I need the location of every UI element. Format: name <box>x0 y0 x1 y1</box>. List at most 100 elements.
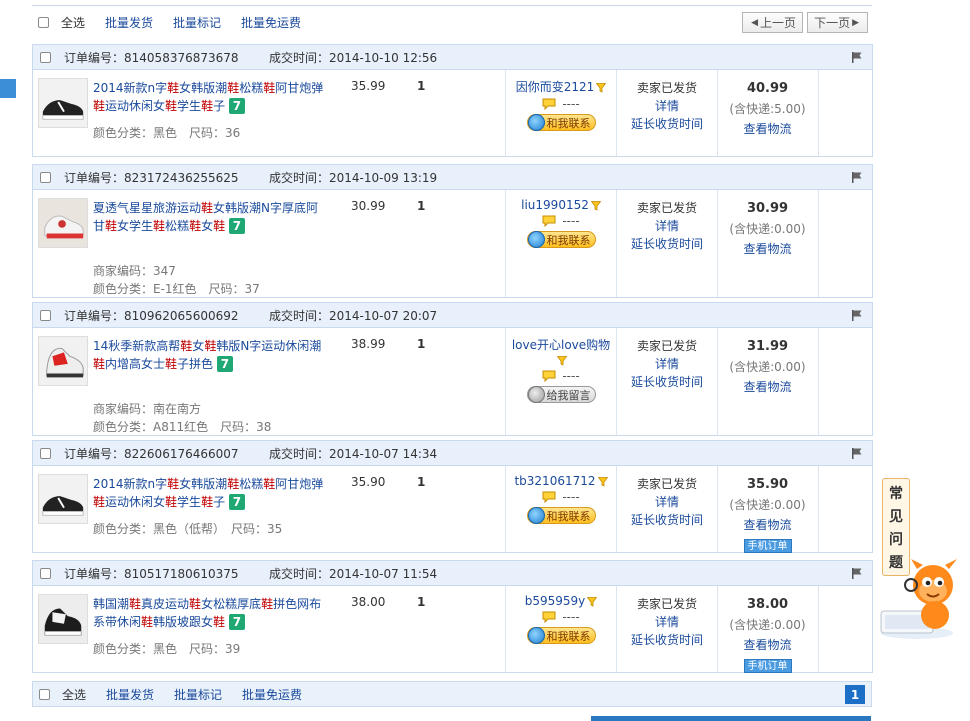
buyer-extra: ---- <box>562 610 580 624</box>
buyer-name-link[interactable]: tb321061712 <box>514 474 595 488</box>
message-bubble-icon[interactable] <box>542 491 556 503</box>
message-bubble-icon[interactable] <box>542 611 556 623</box>
extend-receipt-link[interactable]: 延长收货时间 <box>617 631 717 649</box>
product-meta: 颜色分类：黑色（低帮） 尺码：35 <box>93 520 282 538</box>
page-number-current[interactable]: 1 <box>845 685 865 704</box>
order-checkbox[interactable] <box>40 447 51 459</box>
product-image[interactable] <box>38 198 88 248</box>
product-title-link[interactable]: 夏透气星星旅游运动鞋女韩版潮N字厚底阿甘鞋女学生鞋松糕鞋女鞋 7 <box>93 199 325 235</box>
faq-char: 常 <box>889 485 903 502</box>
product-image[interactable] <box>38 474 88 524</box>
mascot-helper-icon[interactable] <box>875 555 965 645</box>
batch-free-shipping-button[interactable]: 批量免运费 <box>241 14 301 31</box>
product-thumbnail[interactable] <box>39 475 87 523</box>
status-column: 卖家已发货详情 延长收货时间 <box>617 79 717 133</box>
prev-page-button[interactable]: ◀ 上一页 <box>742 12 804 33</box>
order-detail-link[interactable]: 详情 <box>617 613 717 631</box>
order-total: 35.90 <box>746 477 789 492</box>
contact-buyer-button[interactable]: 给我留言 <box>526 386 596 403</box>
order-body: 2014新款n字鞋女韩版潮鞋松糕鞋阿甘炮弹鞋运动休闲女鞋学生鞋子 7 颜色分类：黑… <box>33 466 872 553</box>
title-segment: 鞋 <box>204 339 217 353</box>
flag-icon[interactable] <box>851 447 863 459</box>
buyer-name-link[interactable]: b595959y <box>525 594 586 608</box>
buyer-name-link[interactable]: love开心love购物 <box>512 338 610 352</box>
title-segment: 鞋 <box>201 201 214 215</box>
batch-ship-button-bottom[interactable]: 批量发货 <box>106 686 154 703</box>
title-segment: 鞋 <box>201 99 214 113</box>
filter-icon[interactable] <box>597 476 608 487</box>
view-logistics-link[interactable]: 查看物流 <box>717 239 818 259</box>
message-bubble-icon[interactable] <box>542 370 556 382</box>
bottom-partial-banner <box>591 716 871 721</box>
order-header: 订单编号：810962065600692 成交时间：2014-10-07 20:0… <box>33 303 872 328</box>
product-thumbnail[interactable] <box>39 595 87 643</box>
product-thumbnail[interactable] <box>39 199 87 247</box>
select-all-checkbox[interactable] <box>38 16 49 28</box>
title-segment: 运动休闲女 <box>105 495 166 509</box>
view-logistics-link[interactable]: 查看物流 <box>717 377 818 397</box>
product-attr: 颜色分类：黑色（低帮） 尺码：35 <box>93 522 283 536</box>
extend-receipt-link[interactable]: 延长收货时间 <box>617 235 717 253</box>
batch-mark-button[interactable]: 批量标记 <box>173 14 221 31</box>
title-segment: 真皮运动 <box>141 597 190 611</box>
contact-buyer-button[interactable]: 和我联系 <box>526 627 596 644</box>
select-all-label: 全选 <box>61 15 86 30</box>
order-detail-link[interactable]: 详情 <box>617 355 717 373</box>
order-checkbox[interactable] <box>40 309 51 321</box>
title-segment: 子 <box>213 99 226 113</box>
flag-icon[interactable] <box>851 171 863 183</box>
product-image[interactable] <box>38 594 88 644</box>
contact-buyer-button[interactable]: 和我联系 <box>526 231 596 248</box>
product-image[interactable] <box>38 336 88 386</box>
message-bubble-icon[interactable] <box>542 98 556 110</box>
quantity: 1 <box>417 337 426 351</box>
product-title-link[interactable]: 2014新款n字鞋女韩版潮鞋松糕鞋阿甘炮弹鞋运动休闲女鞋学生鞋子 7 <box>93 475 325 511</box>
view-logistics-link[interactable]: 查看物流 <box>717 119 818 139</box>
flag-icon[interactable] <box>851 51 863 63</box>
product-thumbnail[interactable] <box>39 79 87 127</box>
order-checkbox[interactable] <box>40 567 51 579</box>
left-side-tab[interactable] <box>0 79 16 98</box>
flag-icon[interactable] <box>851 567 863 579</box>
order-checkbox[interactable] <box>40 51 51 63</box>
select-all-checkbox-bottom[interactable] <box>39 688 50 700</box>
message-bubble-icon[interactable] <box>542 215 556 227</box>
filter-icon[interactable] <box>557 355 567 366</box>
order-status: 卖家已发货 <box>636 81 697 95</box>
product-title-link[interactable]: 韩国潮鞋真皮运动鞋女松糕厚底鞋拼色网布系带休闲鞋韩版坡跟女鞋 7 <box>93 595 325 631</box>
total-column: 30.99 (含快递:0.00) 查看物流 <box>717 199 818 259</box>
product-image[interactable] <box>38 78 88 128</box>
unit-price: 38.00 <box>351 595 386 609</box>
quantity: 1 <box>417 199 426 213</box>
order-checkbox[interactable] <box>40 171 51 183</box>
batch-ship-button[interactable]: 批量发货 <box>105 14 153 31</box>
extend-receipt-link[interactable]: 延长收货时间 <box>617 373 717 391</box>
buyer-name-link[interactable]: liu1990152 <box>521 198 589 212</box>
next-page-button[interactable]: 下一页 ▶ <box>807 12 868 33</box>
buyer-name-link[interactable]: 因你而变2121 <box>516 80 595 94</box>
title-segment: 女韩版潮 <box>179 81 228 95</box>
product-thumbnail[interactable] <box>39 337 87 385</box>
product-title-link[interactable]: 2014新款n字鞋女韩版潮鞋松糕鞋阿甘炮弹鞋运动休闲女鞋学生鞋子 7 <box>93 79 325 115</box>
extend-receipt-link[interactable]: 延长收货时间 <box>617 115 717 133</box>
contact-buyer-button[interactable]: 和我联系 <box>526 507 596 524</box>
flag-icon[interactable] <box>851 309 863 321</box>
product-title-link[interactable]: 14秋季新款高帮鞋女鞋韩版N字运动休闲潮鞋内增高女士鞋子拼色 7 <box>93 337 325 373</box>
title-segment: 学生 <box>177 99 202 113</box>
batch-mark-button-bottom[interactable]: 批量标记 <box>174 686 222 703</box>
filter-icon[interactable] <box>596 82 607 93</box>
filter-icon[interactable] <box>587 596 598 607</box>
order-detail-link[interactable]: 详情 <box>617 97 717 115</box>
title-segment: 鞋 <box>213 219 226 233</box>
extend-receipt-link[interactable]: 延长收货时间 <box>617 511 717 529</box>
title-segment: 内增高女士 <box>105 357 166 371</box>
contact-buyer-button[interactable]: 和我联系 <box>526 114 596 131</box>
buyer-extra: ---- <box>562 214 580 228</box>
batch-free-shipping-button-bottom[interactable]: 批量免运费 <box>242 686 302 703</box>
view-logistics-link[interactable]: 查看物流 <box>717 515 818 535</box>
filter-icon[interactable] <box>590 200 601 211</box>
order-detail-link[interactable]: 详情 <box>617 217 717 235</box>
total-column: 40.99 (含快递:5.00) 查看物流 <box>717 79 818 139</box>
order-detail-link[interactable]: 详情 <box>617 493 717 511</box>
view-logistics-link[interactable]: 查看物流 <box>717 635 818 655</box>
